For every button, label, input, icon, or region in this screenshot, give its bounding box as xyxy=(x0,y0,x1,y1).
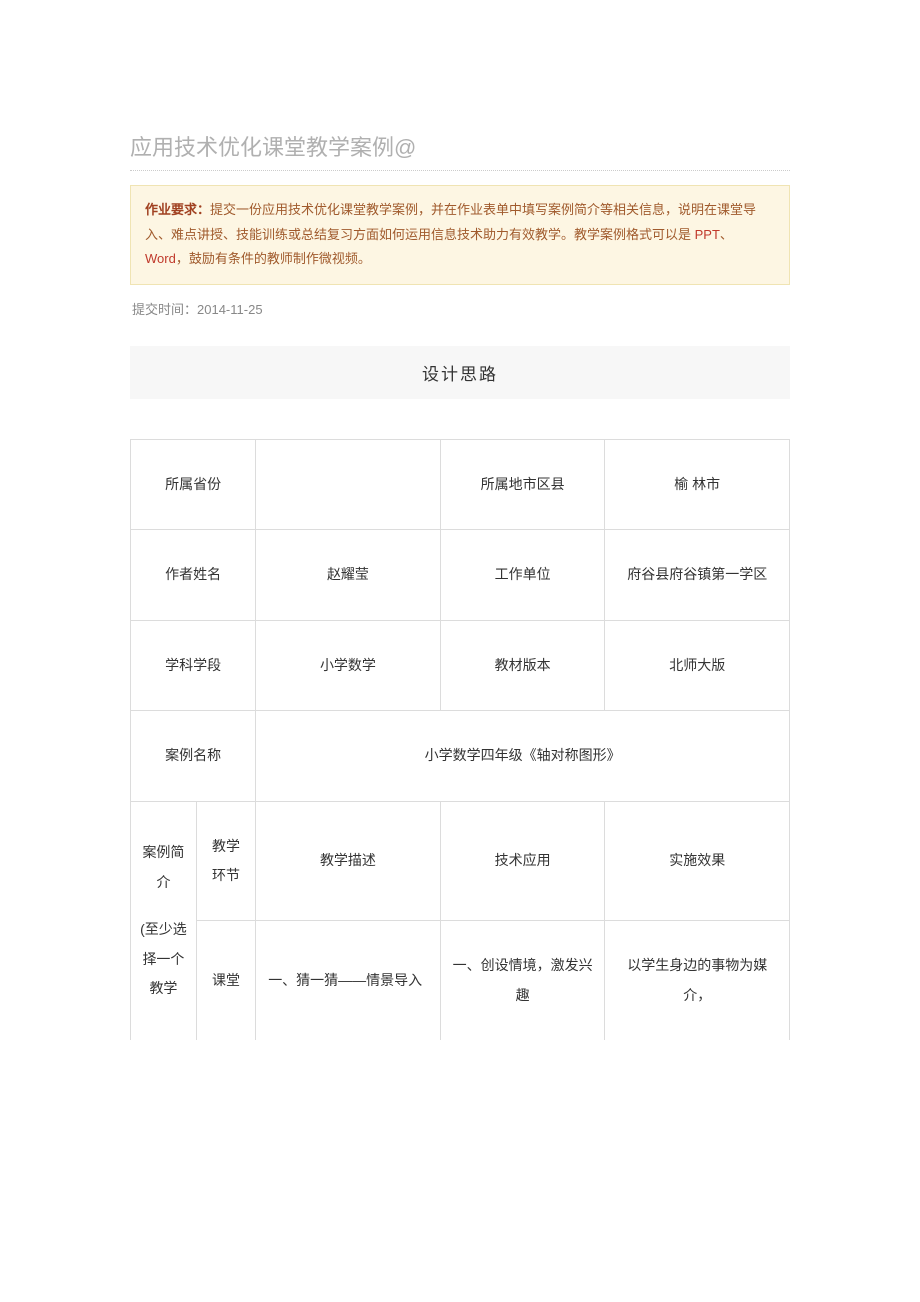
cell-author-label: 作者姓名 xyxy=(131,530,256,620)
cell-city-value: 榆 林市 xyxy=(605,440,790,530)
submit-time-label: 提交时间： xyxy=(132,302,197,317)
requirement-sep: 、 xyxy=(720,227,733,242)
cell-summary-label: 案例简介 (至少选择一个教学 xyxy=(131,801,197,1040)
cell-subject-value: 小学数学 xyxy=(256,620,441,710)
cell-textbook-label: 教材版本 xyxy=(440,620,605,710)
requirement-label: 作业要求： xyxy=(145,202,210,217)
requirement-hl-ppt: PPT xyxy=(695,227,720,242)
cell-summary-label-main: 案例简介 xyxy=(137,838,190,897)
cell-step-header: 教学环节 xyxy=(196,801,255,921)
cell-workplace-label: 工作单位 xyxy=(440,530,605,620)
table-row: 所属省份 所属地市区县 榆 林市 xyxy=(131,440,790,530)
requirement-hl-word: Word xyxy=(145,251,176,266)
cell-city-label: 所属地市区县 xyxy=(440,440,605,530)
title-divider xyxy=(130,170,790,171)
table-row: 案例简介 (至少选择一个教学 教学环节 教学描述 技术应用 实施效果 xyxy=(131,801,790,921)
table-row: 课堂 一、猜一猜——情景导入 一、创设情境，激发兴趣 以学生身边的事物为媒介， xyxy=(131,921,790,1040)
cell-summary-label-sub: (至少选择一个教学 xyxy=(137,915,190,1003)
cell-tech-value: 一、创设情境，激发兴趣 xyxy=(440,921,605,1040)
table-row: 作者姓名 赵耀莹 工作单位 府谷县府谷镇第一学区 xyxy=(131,530,790,620)
requirement-text-b: ，鼓励有条件的教师制作微视频。 xyxy=(176,251,371,266)
cell-casename-label: 案例名称 xyxy=(131,711,256,801)
requirement-text-a: 提交一份应用技术优化课堂教学案例，并在作业表单中填写案例简介等相关信息，说明在课… xyxy=(145,202,756,242)
cell-desc-header: 教学描述 xyxy=(256,801,441,921)
requirement-box: 作业要求：提交一份应用技术优化课堂教学案例，并在作业表单中填写案例简介等相关信息… xyxy=(130,185,790,285)
cell-subject-label: 学科学段 xyxy=(131,620,256,710)
cell-workplace-value: 府谷县府谷镇第一学区 xyxy=(605,530,790,620)
cell-tech-header: 技术应用 xyxy=(440,801,605,921)
cell-desc-value: 一、猜一猜——情景导入 xyxy=(256,921,441,1040)
cell-author-value: 赵耀莹 xyxy=(256,530,441,620)
cell-casename-value: 小学数学四年级《轴对称图形》 xyxy=(256,711,790,801)
section-heading: 设计思路 xyxy=(130,346,790,399)
cell-province-label: 所属省份 xyxy=(131,440,256,530)
submit-time-value: 2014-11-25 xyxy=(197,302,263,317)
submit-time: 提交时间：2014-11-25 xyxy=(132,299,790,318)
cell-textbook-value: 北师大版 xyxy=(605,620,790,710)
cell-effect-header: 实施效果 xyxy=(605,801,790,921)
cell-effect-value: 以学生身边的事物为媒介， xyxy=(605,921,790,1040)
cell-province-value xyxy=(256,440,441,530)
table-row: 学科学段 小学数学 教材版本 北师大版 xyxy=(131,620,790,710)
form-table: 所属省份 所属地市区县 榆 林市 作者姓名 赵耀莹 工作单位 府谷县府谷镇第一学… xyxy=(130,439,790,1040)
page-title: 应用技术优化课堂教学案例@ xyxy=(130,130,790,162)
cell-step-value: 课堂 xyxy=(196,921,255,1040)
table-row: 案例名称 小学数学四年级《轴对称图形》 xyxy=(131,711,790,801)
